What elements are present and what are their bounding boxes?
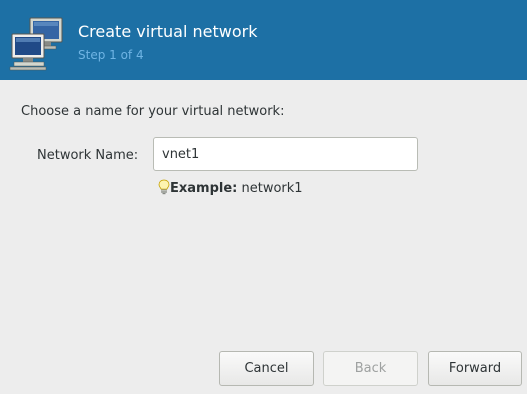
example-hint: Example: network1 xyxy=(158,179,303,196)
back-button[interactable]: Back xyxy=(323,351,418,386)
create-virtual-network-dialog: Create virtual network Step 1 of 4 Choos… xyxy=(0,0,527,394)
cancel-button[interactable]: Cancel xyxy=(219,351,314,386)
hint-label: Example: xyxy=(170,181,238,196)
wizard-step-indicator: Step 1 of 4 xyxy=(78,48,144,62)
lightbulb-icon xyxy=(158,179,170,195)
name-prompt: Choose a name for your virtual network: xyxy=(21,104,285,119)
network-name-label: Network Name: xyxy=(37,148,139,163)
network-name-input[interactable] xyxy=(153,137,418,171)
forward-button[interactable]: Forward xyxy=(428,351,522,386)
wizard-title: Create virtual network xyxy=(78,22,258,41)
network-computers-icon xyxy=(9,17,63,71)
wizard-header: Create virtual network Step 1 of 4 xyxy=(0,0,527,80)
hint-example-value: network1 xyxy=(237,181,303,196)
